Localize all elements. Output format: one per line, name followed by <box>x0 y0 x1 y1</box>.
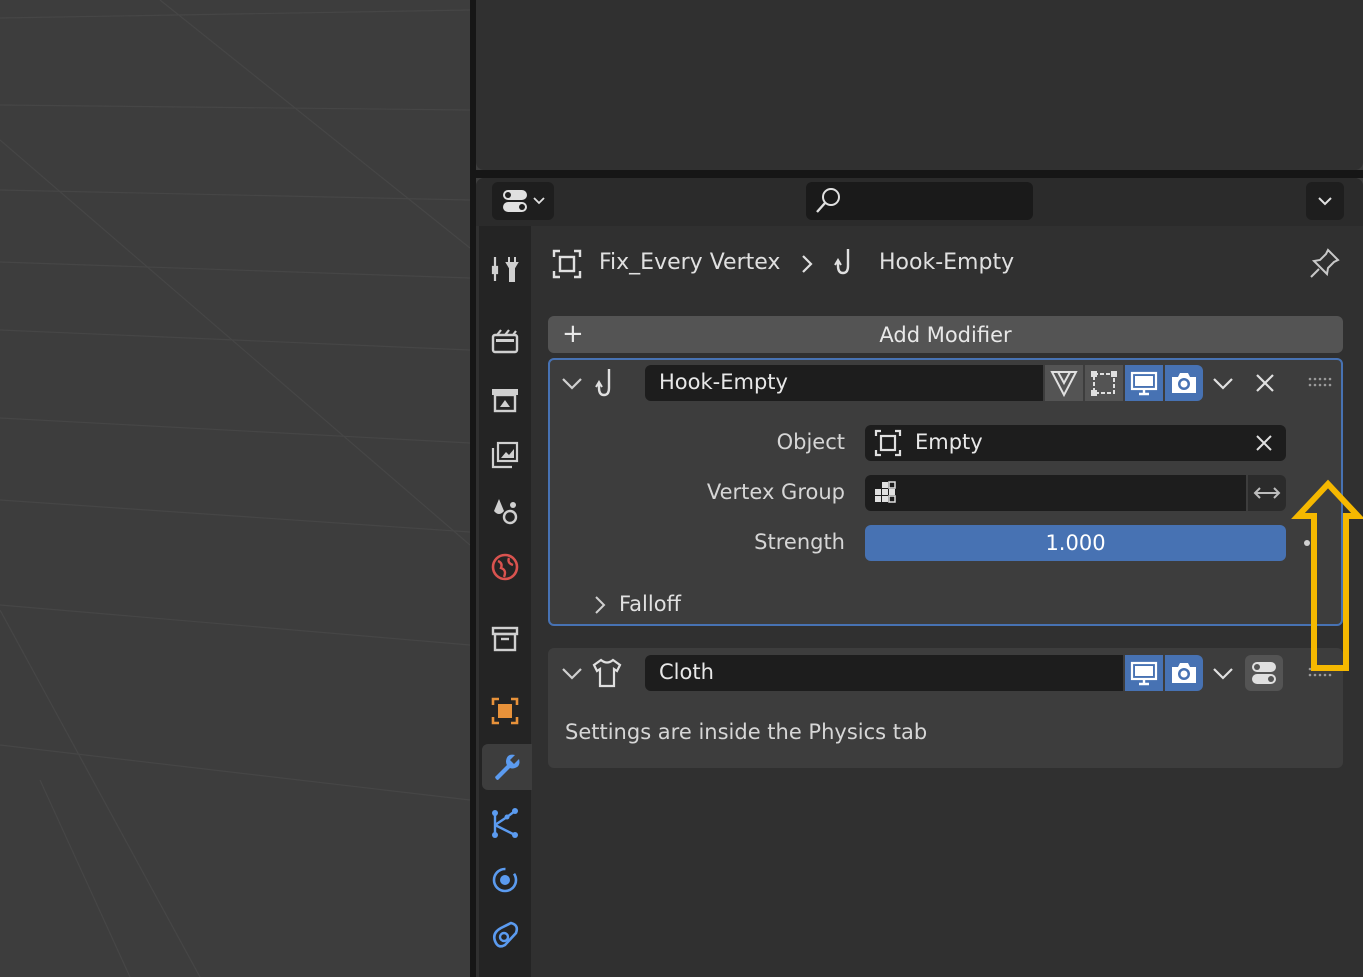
render-toggle[interactable] <box>1165 365 1203 401</box>
editor-type-button[interactable] <box>492 182 554 220</box>
add-modifier-label: Add Modifier <box>879 322 1012 347</box>
cloth-name-text: Cloth <box>659 660 714 684</box>
constraints-icon <box>492 921 519 948</box>
monitor-icon <box>1130 661 1158 686</box>
tab-output[interactable] <box>482 376 528 422</box>
realtime-toggle[interactable] <box>1125 365 1163 401</box>
options-dropdown-button[interactable] <box>1306 182 1344 220</box>
close-icon[interactable] <box>1252 370 1278 396</box>
strength-label: Strength <box>754 530 845 554</box>
pin-icon[interactable] <box>1308 246 1342 280</box>
view-layer-icon <box>491 441 519 469</box>
cloth-physics-settings-button[interactable] <box>1245 655 1283 691</box>
collection-icon <box>491 626 519 652</box>
hook-icon <box>834 249 850 275</box>
object-field[interactable]: Empty <box>865 425 1286 461</box>
area-gap <box>476 170 1363 178</box>
tab-view-layer[interactable] <box>482 432 528 478</box>
object-data-icon <box>874 429 902 457</box>
tab-render[interactable] <box>482 318 528 364</box>
object-value: Empty <box>915 430 983 454</box>
scene-icon <box>494 499 518 525</box>
add-modifier-button[interactable]: + Add Modifier <box>548 316 1343 353</box>
tab-object[interactable] <box>482 688 528 734</box>
cloth-icon <box>592 658 622 688</box>
breadcrumb-object: Fix_Every Vertex <box>599 250 781 275</box>
render-icon <box>491 329 519 354</box>
tab-collection[interactable] <box>482 616 528 662</box>
particles-icon <box>492 808 518 838</box>
tab-modifiers[interactable] <box>482 744 532 790</box>
on-cage-icon <box>1050 371 1078 398</box>
properties-editor-icon <box>503 190 527 212</box>
tool-icon <box>491 257 519 282</box>
plus-icon: + <box>562 319 584 349</box>
vertex-group-field[interactable] <box>865 475 1246 511</box>
3d-viewport[interactable] <box>0 0 470 977</box>
camera-icon <box>1172 373 1196 393</box>
extra-dropdown-icon[interactable] <box>1210 660 1236 686</box>
edit-mode-icon <box>1091 371 1117 396</box>
tab-particles[interactable] <box>482 800 528 846</box>
hook-modifier-icon <box>595 369 611 397</box>
breadcrumb-modifier: Hook-Empty <box>879 250 1015 275</box>
falloff-subpanel-label[interactable]: Falloff <box>619 592 681 616</box>
physics-icon <box>492 867 518 893</box>
output-icon <box>492 389 518 413</box>
outliner-area[interactable] <box>476 0 1363 170</box>
tab-constraints[interactable] <box>482 912 528 958</box>
collapse-chevron-icon[interactable] <box>559 370 585 396</box>
search-icon <box>816 188 840 213</box>
arrow-left-right-icon <box>1253 487 1281 499</box>
tab-tool[interactable] <box>482 246 528 292</box>
chevron-right-icon <box>802 255 813 273</box>
extra-dropdown-icon[interactable] <box>1210 370 1236 396</box>
tab-scene[interactable] <box>482 488 528 534</box>
cloth-name-field[interactable]: Cloth <box>645 655 1123 691</box>
object-icon <box>491 697 519 725</box>
object-label: Object <box>776 430 845 454</box>
viewport-grid <box>0 0 470 977</box>
invert-vertex-group-button[interactable] <box>1248 475 1286 511</box>
tab-world[interactable] <box>482 544 528 590</box>
tab-physics[interactable] <box>482 856 528 902</box>
camera-icon <box>1172 663 1196 683</box>
on-cage-toggle[interactable] <box>1045 365 1083 401</box>
modifier-name-field[interactable]: Hook-Empty <box>645 365 1043 401</box>
chevron-right-icon[interactable] <box>590 593 612 617</box>
edit-mode-toggle[interactable] <box>1085 365 1123 401</box>
properties-toggle-icon <box>1252 662 1276 684</box>
wrench-icon <box>495 754 520 780</box>
chevron-down-icon <box>1318 197 1332 206</box>
vertex-group-icon <box>875 481 896 503</box>
annotation-arrow-up-icon <box>1291 479 1363 671</box>
monitor-icon <box>1130 371 1158 396</box>
cloth-render-toggle[interactable] <box>1165 655 1203 691</box>
collapse-chevron-icon[interactable] <box>559 660 585 686</box>
object-data-icon <box>552 249 582 279</box>
chevron-down-icon <box>533 197 545 205</box>
modifier-name-text: Hook-Empty <box>659 370 788 394</box>
cloth-info-text: Settings are inside the Physics tab <box>565 720 928 744</box>
vertex-group-label: Vertex Group <box>706 480 845 504</box>
clear-icon[interactable] <box>1254 433 1274 453</box>
drag-handle-icon[interactable] <box>1306 374 1334 392</box>
search-input[interactable] <box>806 182 1033 220</box>
strength-slider[interactable]: 1.000 <box>865 525 1286 561</box>
cloth-realtime-toggle[interactable] <box>1125 655 1163 691</box>
world-icon <box>491 553 519 581</box>
